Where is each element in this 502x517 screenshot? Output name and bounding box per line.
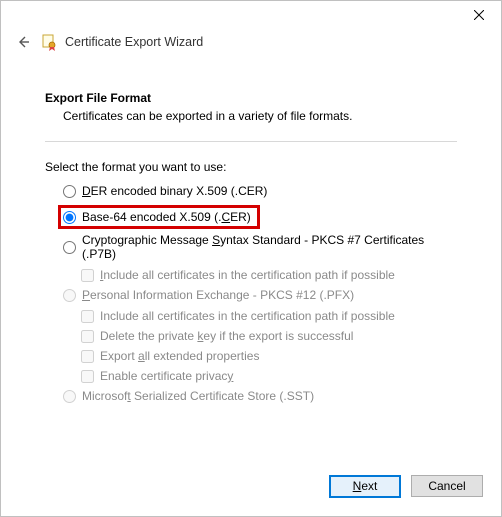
check-pfx-delete-key: Delete the private key if the export is … [81,329,457,343]
p7b-subchecks: Include all certificates in the certific… [81,268,457,282]
wizard-title: Certificate Export Wizard [65,35,203,49]
titlebar [1,1,501,29]
radio-der[interactable] [63,185,76,198]
close-icon [474,10,484,20]
pfx-subchecks: Include all certificates in the certific… [81,309,457,383]
label-p7b: Cryptographic Message Syntax Standard - … [82,233,457,261]
option-sst: Microsoft Serialized Certificate Store (… [63,389,457,403]
checkbox-pfx-privacy [81,370,94,383]
check-pfx-include-chain: Include all certificates in the certific… [81,309,457,323]
section-subheading: Certificates can be exported in a variet… [63,109,457,123]
wizard-body: Export File Format Certificates can be e… [1,53,501,466]
label-der: DER encoded binary X.509 (.CER) [82,184,267,198]
footer: Next Cancel [1,466,501,516]
label-sst: Microsoft Serialized Certificate Store (… [82,389,314,403]
back-button[interactable] [13,32,33,52]
section-heading: Export File Format [45,91,457,105]
cancel-button[interactable]: Cancel [411,475,483,497]
check-pfx-export-ext: Export all extended properties [81,349,457,363]
option-pfx: Personal Information Exchange - PKCS #12… [63,288,457,302]
wizard-window: Certificate Export Wizard Export File Fo… [0,0,502,517]
option-base64[interactable]: Base-64 encoded X.509 (.CER) [63,210,251,224]
back-arrow-icon [16,35,30,49]
label-pfx-privacy: Enable certificate privacy [100,369,233,383]
checkbox-pfx-delete-key [81,330,94,343]
label-pfx: Personal Information Exchange - PKCS #12… [82,288,354,302]
select-format-label: Select the format you want to use: [45,160,457,174]
label-p7b-include-chain: Include all certificates in the certific… [100,268,395,282]
check-p7b-include-chain: Include all certificates in the certific… [81,268,457,282]
option-der[interactable]: DER encoded binary X.509 (.CER) [63,184,457,198]
label-pfx-export-ext: Export all extended properties [100,349,259,363]
label-base64: Base-64 encoded X.509 (.CER) [82,210,251,224]
format-options: DER encoded binary X.509 (.CER) Base-64 … [63,184,457,403]
divider [45,141,457,142]
radio-p7b[interactable] [63,241,76,254]
option-base64-highlight: Base-64 encoded X.509 (.CER) [58,205,260,229]
check-pfx-privacy: Enable certificate privacy [81,369,457,383]
header: Certificate Export Wizard [1,29,501,53]
option-p7b[interactable]: Cryptographic Message Syntax Standard - … [63,233,457,261]
checkbox-pfx-include-chain [81,310,94,323]
radio-base64[interactable] [63,211,76,224]
certificate-icon [41,33,59,51]
next-button[interactable]: Next [329,475,401,498]
radio-pfx [63,289,76,302]
close-button[interactable] [457,1,501,29]
checkbox-p7b-include-chain [81,269,94,282]
radio-sst [63,390,76,403]
label-pfx-delete-key: Delete the private key if the export is … [100,329,353,343]
checkbox-pfx-export-ext [81,350,94,363]
label-pfx-include-chain: Include all certificates in the certific… [100,309,395,323]
